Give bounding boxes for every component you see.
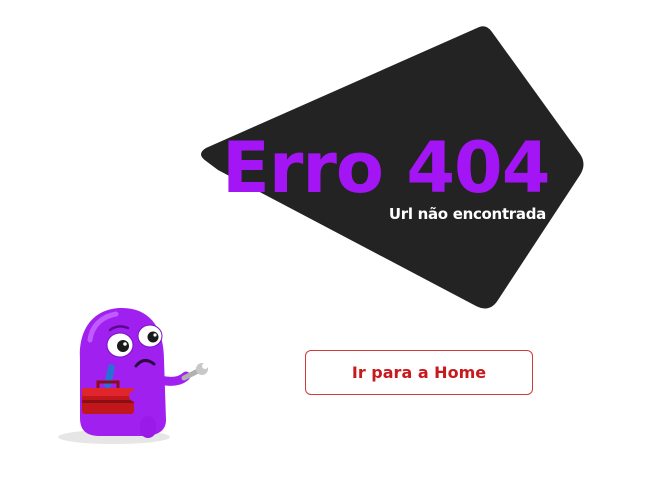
purple-monster-mechanic-icon [58,308,208,444]
error-title: Erro 404 [222,127,550,209]
error-page: Erro 404 Url não encontrada Ir para a Ho… [0,0,662,479]
go-home-button[interactable]: Ir para a Home [305,350,533,395]
error-subtitle: Url não encontrada [388,205,546,223]
